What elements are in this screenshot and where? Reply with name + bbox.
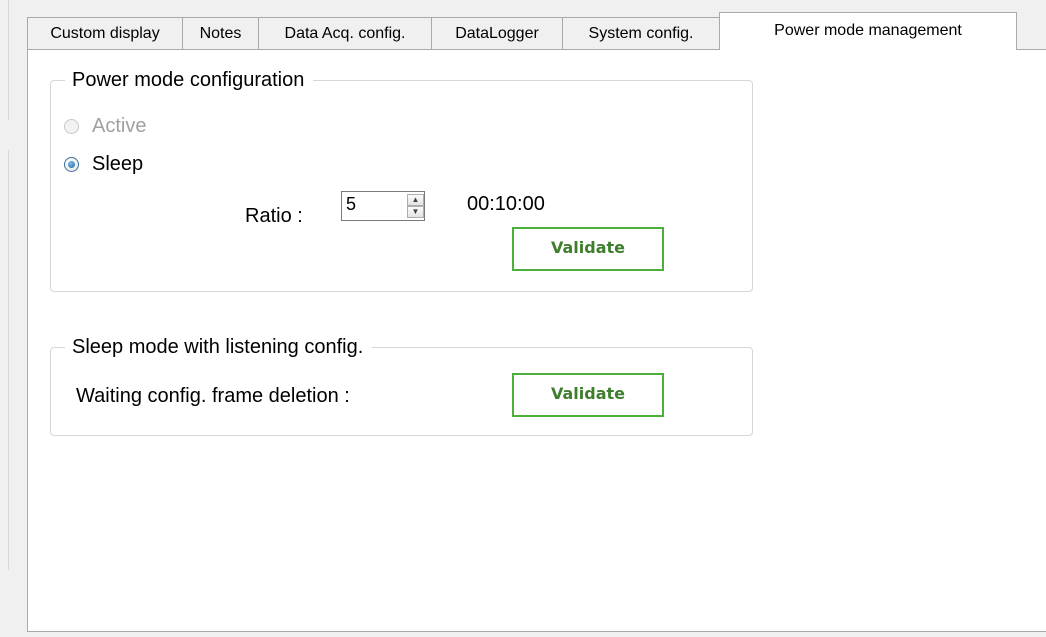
tab-datalogger[interactable]: DataLogger	[431, 17, 563, 49]
sleep-listening-group-title: Sleep mode with listening config.	[65, 334, 373, 360]
spin-down-icon[interactable]: ▼	[407, 206, 424, 218]
tab-power-mode-management[interactable]: Power mode management	[719, 12, 1017, 50]
edge-divider	[8, 0, 9, 120]
ratio-label: Ratio :	[245, 205, 303, 227]
radio-sleep-row[interactable]: Sleep	[64, 153, 143, 176]
radio-active-row[interactable]: Active	[64, 115, 146, 138]
edge-divider	[8, 150, 9, 570]
tab-panel-power-mode: Power mode configuration Active Sleep Ra…	[27, 49, 1046, 632]
radio-sleep[interactable]	[64, 157, 79, 172]
power-mode-groupbox: Power mode configuration Active Sleep Ra…	[50, 67, 753, 292]
ratio-spinner[interactable]: ▲ ▼	[341, 191, 425, 221]
ratio-input[interactable]	[346, 192, 401, 216]
tab-notes[interactable]: Notes	[182, 17, 259, 49]
tab-custom-display[interactable]: Custom display	[27, 17, 183, 49]
radio-active-label: Active	[92, 115, 147, 137]
tab-system-config[interactable]: System config.	[562, 17, 720, 49]
deletion-label: Waiting config. frame deletion :	[76, 385, 350, 407]
validate-power-mode-button[interactable]: Validate	[512, 227, 664, 271]
radio-sleep-label: Sleep	[92, 153, 144, 175]
power-mode-group-title: Power mode configuration	[65, 67, 314, 93]
spin-up-icon[interactable]: ▲	[407, 194, 424, 206]
interval-readout: 00:10:00	[467, 193, 545, 215]
sleep-listening-groupbox: Sleep mode with listening config. Waitin…	[50, 334, 753, 436]
tab-data-acq-config[interactable]: Data Acq. config.	[258, 17, 432, 49]
validate-deletion-button[interactable]: Validate	[512, 373, 664, 417]
radio-active[interactable]	[64, 119, 79, 134]
window-left-edge	[0, 0, 9, 637]
